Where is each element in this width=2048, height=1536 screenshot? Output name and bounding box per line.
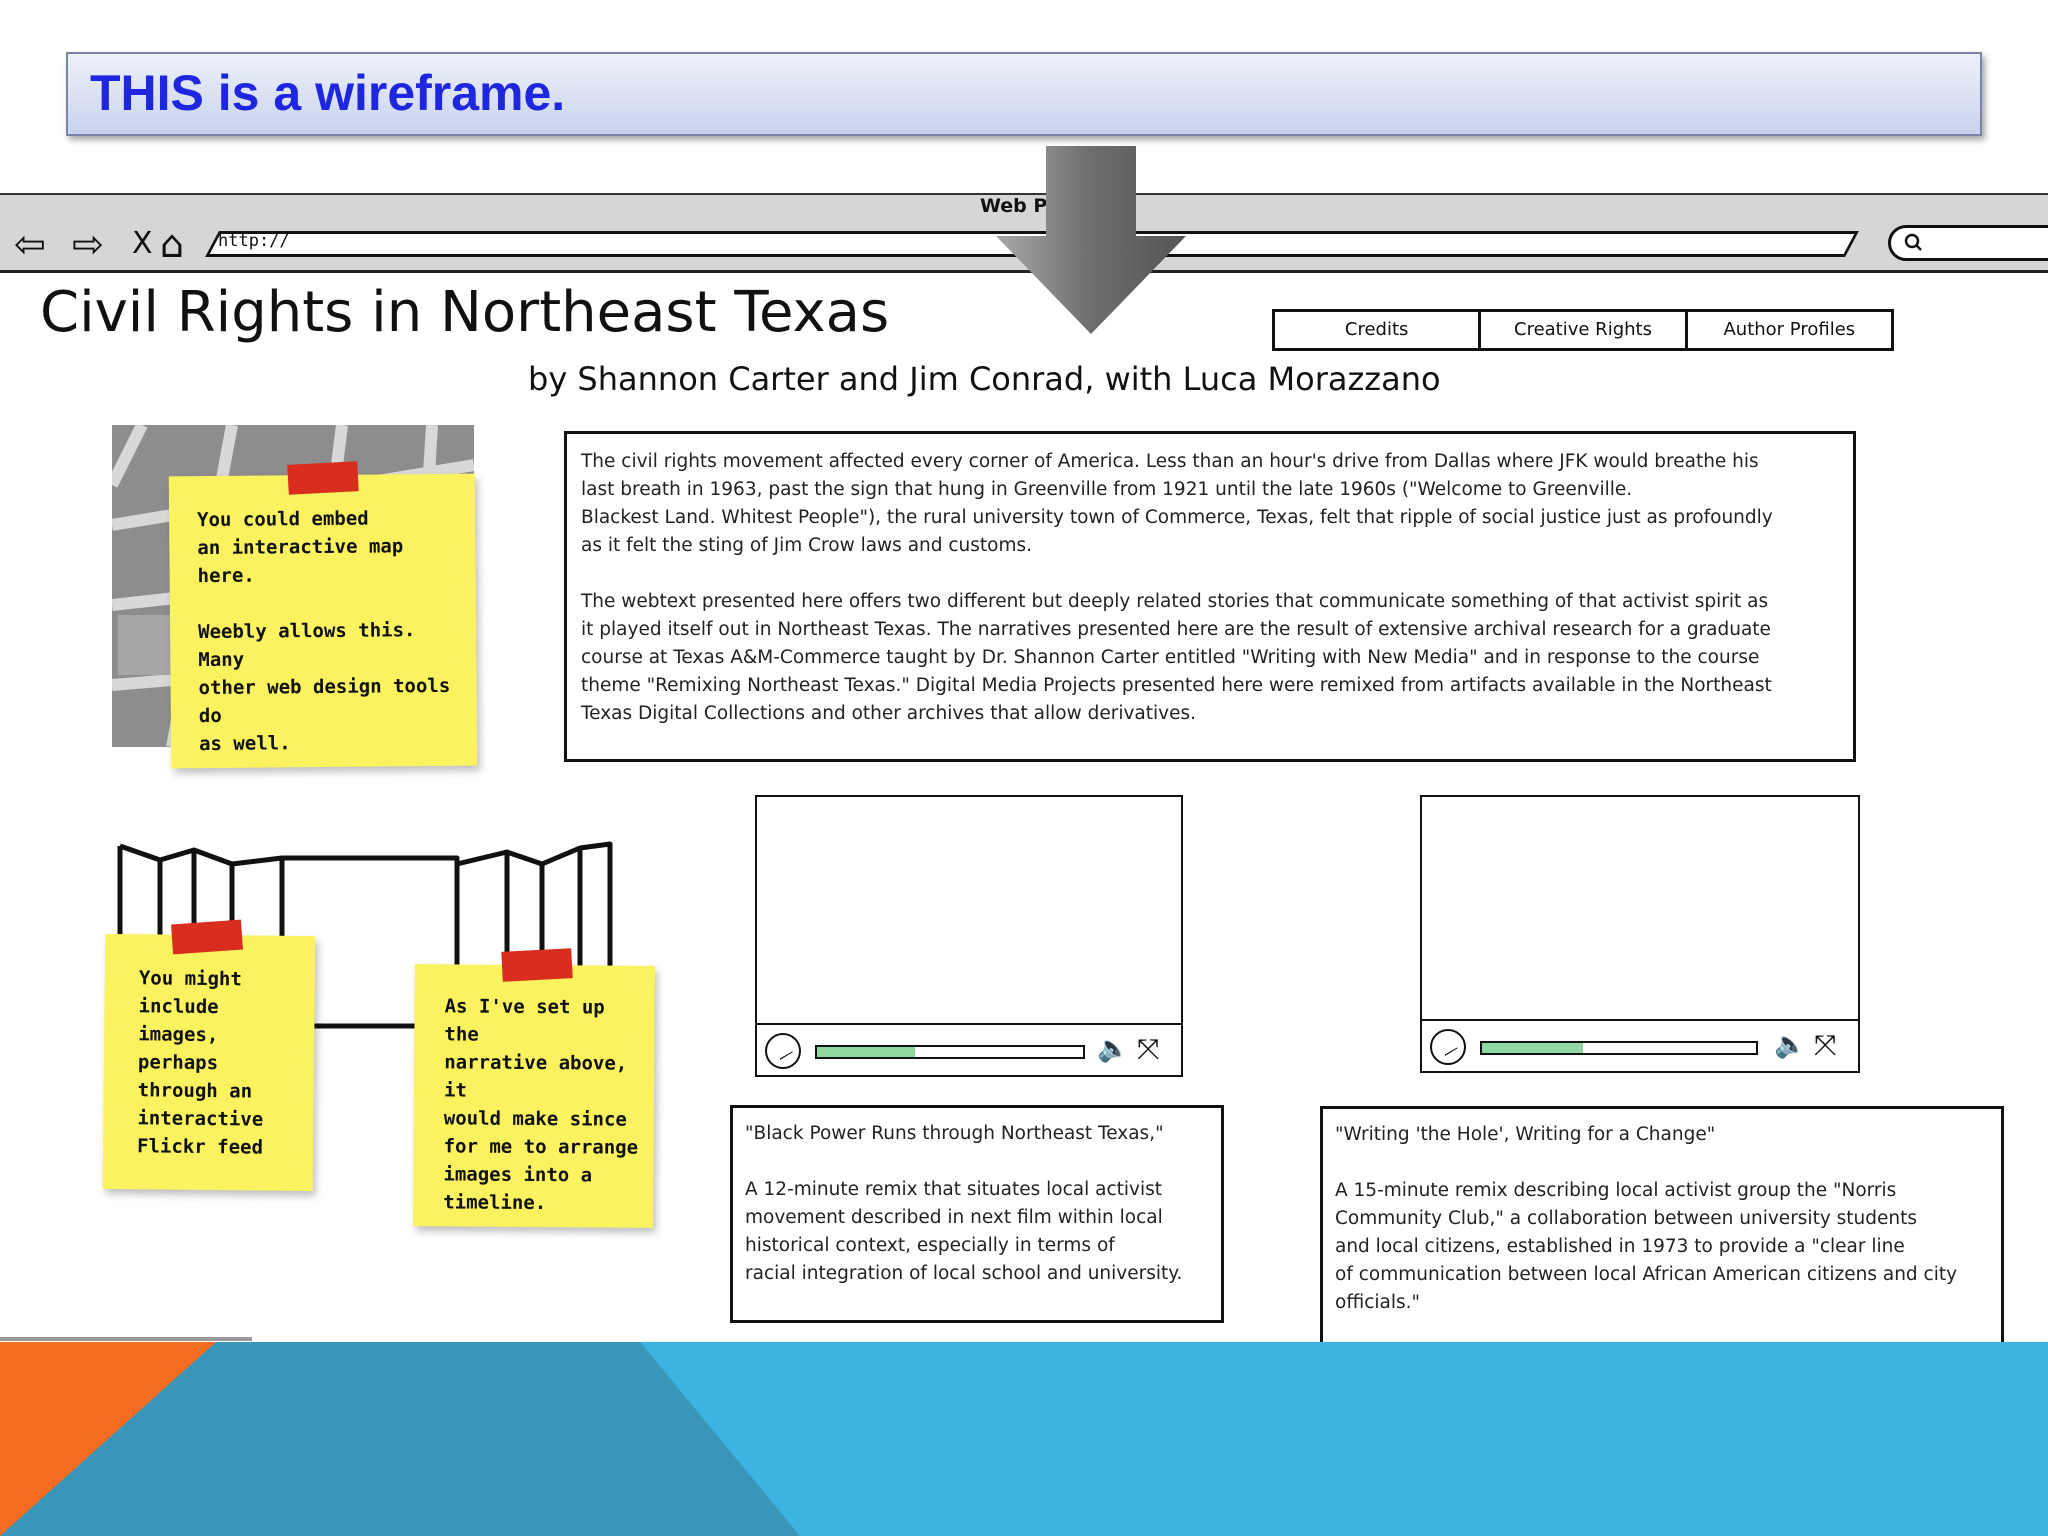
horizontal-scrollbar[interactable] — [0, 1337, 252, 1341]
video-description-1: "Black Power Runs through Northeast Texa… — [730, 1105, 1224, 1323]
video-controls: 🔈 ⤧ — [757, 1023, 1181, 1075]
sticky-note-timeline: As I've set up the narrative above, it w… — [413, 964, 655, 1228]
play-icon[interactable] — [765, 1033, 801, 1069]
video-description: A 12-minute remix that situates local ac… — [745, 1179, 1183, 1284]
video-title: "Writing 'the Hole', Writing for a Chang… — [1335, 1124, 1716, 1145]
nav-creative-rights[interactable]: Creative Rights — [1481, 312, 1688, 348]
video-controls: 🔈 ⤧ — [1422, 1019, 1858, 1071]
search-input[interactable] — [1888, 225, 2048, 261]
video-player-1[interactable]: 🔈 ⤧ — [755, 795, 1183, 1077]
video-progress-bar[interactable] — [1480, 1041, 1758, 1055]
page-title: Civil Rights in Northeast Texas — [40, 280, 890, 345]
video-description-2: "Writing 'the Hole', Writing for a Chang… — [1320, 1106, 2004, 1346]
intro-text-box: The civil rights movement affected every… — [564, 431, 1856, 762]
video-progress-bar[interactable] — [815, 1045, 1085, 1059]
video-description: A 15-minute remix describing local activ… — [1335, 1180, 1958, 1313]
sticky-note-images: You might include images, perhaps throug… — [102, 933, 316, 1192]
sticky-note-map: You could embed an interactive map here.… — [168, 473, 478, 769]
intro-paragraph: The civil rights movement affected every… — [581, 451, 1773, 556]
back-arrow-icon[interactable]: ⇦ — [14, 225, 46, 263]
video-title: "Black Power Runs through Northeast Texa… — [745, 1123, 1164, 1144]
play-icon[interactable] — [1430, 1029, 1466, 1065]
nav-credits[interactable]: Credits — [1275, 312, 1482, 348]
intro-paragraph: The webtext presented here offers two di… — [581, 591, 1772, 724]
video-progress-fill — [1482, 1043, 1584, 1053]
volume-icon[interactable]: 🔈 — [1097, 1035, 1129, 1063]
volume-icon[interactable]: 🔈 — [1774, 1031, 1806, 1059]
video-progress-fill — [817, 1047, 916, 1057]
nav-author-profiles[interactable]: Author Profiles — [1688, 312, 1891, 348]
stop-icon[interactable]: X — [132, 225, 153, 263]
home-icon[interactable]: ⌂ — [160, 225, 184, 263]
tape-icon — [501, 948, 573, 982]
page-byline: by Shannon Carter and Jim Conrad, with L… — [528, 360, 1441, 398]
slide-banner: THIS is a wireframe. — [66, 52, 1982, 136]
banner-title: THIS is a wireframe. — [90, 65, 566, 121]
forward-arrow-icon[interactable]: ⇨ — [72, 225, 104, 263]
tape-icon — [287, 461, 359, 495]
tape-icon — [171, 919, 243, 955]
address-input[interactable]: http:// — [218, 231, 290, 251]
video-player-2[interactable]: 🔈 ⤧ — [1420, 795, 1860, 1073]
fullscreen-icon[interactable]: ⤧ — [1137, 1035, 1159, 1063]
down-arrow-icon — [996, 146, 1186, 334]
fullscreen-icon[interactable]: ⤧ — [1814, 1031, 1836, 1059]
slide-decoration — [0, 1342, 216, 1536]
search-icon — [1904, 233, 1922, 251]
top-navigation: Credits Creative Rights Author Profiles — [1272, 309, 1894, 351]
